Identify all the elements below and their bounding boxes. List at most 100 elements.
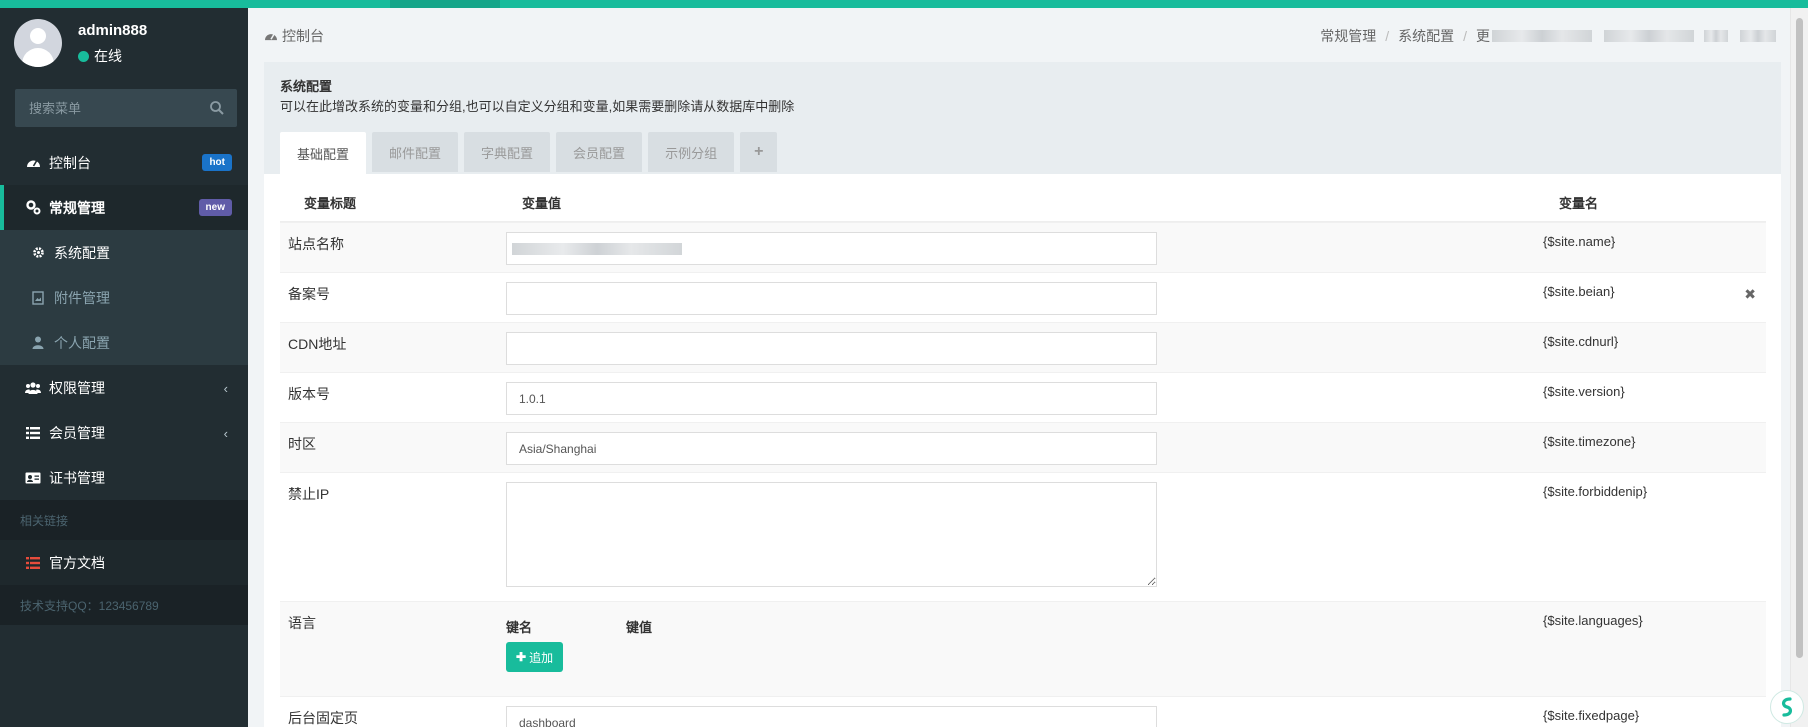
dashboard-icon — [25, 155, 41, 171]
redacted-text — [1704, 30, 1728, 42]
sidebar-item-label: 证书管理 — [49, 469, 105, 486]
id-card-icon — [25, 470, 41, 486]
config-panel: 系统配置 可以在此增改系统的变量和分组,也可以自定义分组和变量,如果需要删除请从… — [264, 62, 1781, 727]
row-var: {$site.fixedpage} — [1543, 708, 1640, 723]
version-input[interactable] — [506, 382, 1157, 415]
gear-icon — [30, 245, 46, 261]
config-tabs: 基础配置 邮件配置 字典配置 会员配置 示例分组 + — [280, 132, 783, 174]
top-accent-bar — [0, 0, 1808, 8]
sidebar-menu: 控制台 hot 常规管理 new 系统配置 附件管理 个人配置 权限管理 ‹ 会… — [0, 140, 248, 625]
tab-basic[interactable]: 基础配置 — [280, 132, 367, 174]
row-title: 时区 — [288, 436, 316, 452]
key-header: 键名 — [506, 620, 533, 635]
sidebar-item-member[interactable]: 会员管理 ‹ — [0, 410, 248, 455]
user-status-label: 在线 — [94, 48, 122, 64]
sidebar-item-general[interactable]: 常规管理 new — [0, 185, 248, 230]
sidebar-item-dashboard[interactable]: 控制台 hot — [0, 140, 248, 185]
row-title: 备案号 — [288, 286, 330, 302]
row-var: {$site.beian} — [1543, 284, 1615, 299]
related-links-header: 相关链接 — [0, 500, 248, 540]
breadcrumb-item-tail: 更 — [1476, 28, 1490, 44]
user-status: 在线 — [78, 46, 122, 66]
table-row: 版本号 {$site.version} — [280, 372, 1766, 422]
tab-email[interactable]: 邮件配置 — [372, 132, 459, 172]
file-image-icon — [30, 290, 46, 306]
fixed-page-input[interactable] — [506, 706, 1157, 727]
plus-icon: ✚ — [516, 650, 527, 664]
sidebar-submenu: 系统配置 附件管理 个人配置 — [0, 230, 248, 365]
forbidden-ip-textarea[interactable] — [506, 482, 1157, 587]
redacted-text — [1492, 30, 1592, 42]
breadcrumb-item[interactable]: 常规管理 — [1320, 26, 1376, 46]
add-tab-button[interactable]: + — [740, 132, 778, 172]
row-title: 语言 — [288, 615, 316, 631]
sidebar-item-auth[interactable]: 权限管理 ‹ — [0, 365, 248, 410]
sidebar-item-label: 附件管理 — [54, 289, 110, 306]
row-title: 版本号 — [288, 386, 330, 402]
list-icon — [25, 425, 41, 441]
scrollbar-thumb[interactable] — [1796, 18, 1803, 658]
table-row: CDN地址 {$site.cdnurl} — [280, 322, 1766, 372]
hot-badge: hot — [202, 154, 232, 171]
sidebar-item-label: 会员管理 — [49, 424, 105, 441]
tab-example-group[interactable]: 示例分组 — [648, 132, 735, 172]
table-row: 备案号 {$site.beian} ✖ — [280, 272, 1766, 322]
row-var: {$site.forbiddenip} — [1543, 484, 1648, 499]
user-panel: admin888 在线 — [0, 8, 248, 88]
avatar[interactable] — [14, 19, 62, 67]
list-icon — [25, 555, 41, 571]
table-row: 语言 键名 键值 ✚ 追加 {$site.languages} — [280, 601, 1766, 696]
table-row: 后台固定页 {$site.fixedpage} — [280, 696, 1766, 727]
chevron-left-icon: ‹ — [223, 426, 228, 441]
value-header: 键值 — [626, 620, 653, 635]
sidebar-item-label: 个人配置 — [54, 334, 110, 351]
tab-dictionary[interactable]: 字典配置 — [464, 132, 551, 172]
timezone-input[interactable] — [506, 432, 1157, 465]
table-header: 变量标题 变量值 变量名 — [280, 184, 1766, 222]
config-table: 变量标题 变量值 变量名 站点名称 {$site.name} 备案号 {$sit… — [280, 184, 1766, 727]
panel-title: 系统配置 — [280, 79, 333, 94]
beian-input[interactable] — [506, 282, 1157, 315]
user-name: admin888 — [78, 22, 148, 39]
row-title: 后台固定页 — [288, 710, 358, 726]
cdn-url-input[interactable] — [506, 332, 1157, 365]
new-badge: new — [198, 199, 232, 216]
redacted-text — [1740, 30, 1776, 42]
sidebar-item-label: 官方文档 — [49, 554, 105, 571]
append-button[interactable]: ✚ 追加 — [506, 642, 564, 672]
row-var: {$site.timezone} — [1543, 434, 1636, 449]
sidebar-item-attachments[interactable]: 附件管理 — [0, 275, 248, 320]
floating-app-icon[interactable] — [1770, 690, 1804, 724]
page-scrollbar[interactable] — [1790, 8, 1808, 727]
row-var: {$site.cdnurl} — [1543, 334, 1619, 349]
chevron-left-icon: ‹ — [223, 381, 228, 396]
sidebar-item-docs[interactable]: 官方文档 — [0, 540, 248, 585]
menu-search — [15, 89, 237, 127]
sidebar-item-label: 控制台 — [49, 154, 91, 171]
column-header-var: 变量名 — [1559, 196, 1599, 211]
table-row: 禁止IP {$site.forbiddenip} — [280, 472, 1766, 601]
sidebar-item-label: 权限管理 — [49, 379, 105, 396]
append-button-label: 追加 — [529, 650, 554, 665]
breadcrumb-item[interactable]: 系统配置 — [1398, 26, 1454, 46]
close-icon[interactable]: ✖ — [1744, 286, 1756, 303]
sidebar-item-label: 常规管理 — [49, 199, 105, 216]
dashboard-icon — [265, 34, 277, 41]
sidebar-item-certificates[interactable]: 证书管理 — [0, 455, 248, 500]
support-qq: 技术支持QQ：123456789 — [0, 585, 248, 625]
tab-member[interactable]: 会员配置 — [556, 132, 643, 172]
sidebar: admin888 在线 控制台 hot 常规管理 new — [0, 8, 248, 727]
sidebar-item-label: 系统配置 — [54, 244, 110, 261]
sidebar-item-system-config[interactable]: 系统配置 — [0, 230, 248, 275]
cogs-icon — [25, 200, 41, 216]
table-row: 站点名称 {$site.name} — [280, 222, 1766, 272]
breadcrumb-bar: 控制台 常规管理 / 系统配置 / 更 — [248, 8, 1790, 60]
row-title: 站点名称 — [288, 236, 344, 252]
panel-heading: 系统配置 可以在此增改系统的变量和分组,也可以自定义分组和变量,如果需要删除请从… — [264, 62, 1781, 174]
menu-search-input[interactable] — [15, 89, 205, 127]
sidebar-item-profile[interactable]: 个人配置 — [0, 320, 248, 365]
row-var: {$site.name} — [1543, 234, 1616, 249]
row-title: 禁止IP — [288, 486, 330, 502]
search-icon[interactable] — [209, 100, 225, 116]
page-title-label: 控制台 — [282, 28, 324, 44]
